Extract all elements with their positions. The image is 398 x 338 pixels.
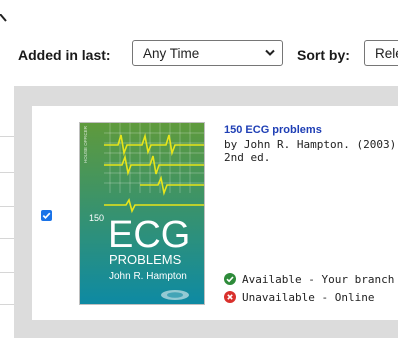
- results-panel-footer: [14, 320, 398, 338]
- side-divider: [0, 272, 14, 273]
- availability-online-text: Unavailable - Online: [242, 291, 375, 304]
- cover-series-text: HOUSE OFFICER: [83, 125, 88, 163]
- added-in-last-label: Added in last:: [18, 47, 111, 63]
- cover-subtitle: PROBLEMS: [109, 252, 182, 267]
- sort-by-value: Rele: [375, 46, 398, 61]
- checkmark-icon: [42, 212, 51, 220]
- x-circle-icon: [224, 291, 236, 303]
- result-author: by John R. Hampton.: [224, 138, 350, 151]
- filter-bar: Added in last: Any Time Sort by: Rele: [0, 38, 398, 70]
- cover-author: John R. Hampton: [109, 271, 187, 282]
- sort-by-label: Sort by:: [297, 47, 350, 63]
- side-divider: [0, 238, 14, 239]
- publisher-logo-inner: [167, 292, 183, 298]
- added-in-last-value: Any Time: [143, 46, 200, 61]
- availability-branch-text: Available - Your branch: [242, 273, 395, 286]
- result-title-link[interactable]: 150 ECG problems: [224, 124, 322, 136]
- added-in-last-select[interactable]: Any Time: [132, 40, 283, 66]
- result-year: (2003): [356, 138, 397, 151]
- side-divider: [0, 304, 14, 305]
- check-circle-icon: [224, 273, 236, 285]
- back-chevron-icon[interactable]: [0, 14, 8, 28]
- cover-number: 150: [89, 213, 104, 223]
- side-divider: [0, 136, 14, 137]
- side-divider: [0, 172, 14, 173]
- results-panel-border: [14, 86, 32, 338]
- result-author-year: by John R. Hampton. (2003): [224, 138, 396, 151]
- book-cover-image[interactable]: HOUSE OFFICER 150 ECG PROBLEMS John R. H…: [80, 123, 204, 304]
- sort-by-select[interactable]: Rele: [364, 40, 398, 66]
- cover-title-word: ECG: [108, 214, 190, 256]
- chevron-down-icon: [265, 49, 275, 56]
- side-divider: [0, 206, 14, 207]
- result-edition: 2nd ed.: [224, 151, 271, 164]
- results-panel-header: [14, 86, 398, 106]
- select-result-checkbox[interactable]: [41, 210, 52, 221]
